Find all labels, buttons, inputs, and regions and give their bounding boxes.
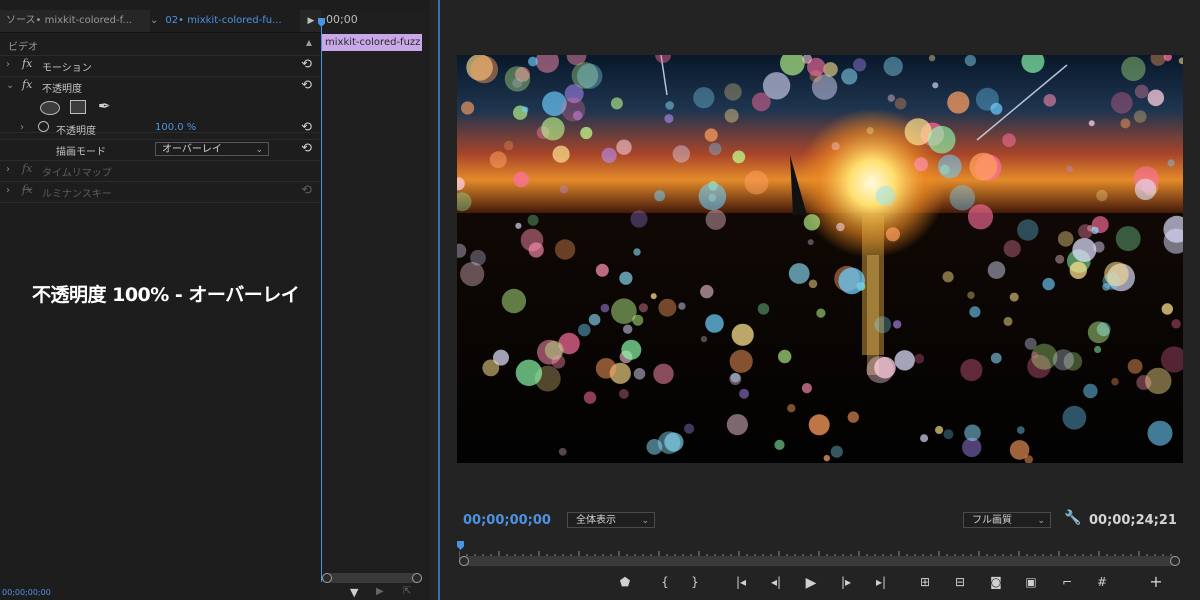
mark-in-icon[interactable]: { bbox=[655, 575, 675, 589]
blend-mode-label: 描画モード bbox=[56, 147, 106, 158]
effect-label-opacity: 不透明度 bbox=[42, 84, 82, 95]
tab-source[interactable]: ソース• mixkit-colored-f... bbox=[6, 10, 146, 32]
fx-icon[interactable]: fx bbox=[22, 57, 32, 70]
go-to-out-icon[interactable]: ▸| bbox=[871, 575, 891, 589]
mask-tools: ✒ bbox=[40, 97, 130, 116]
wrench-icon[interactable]: 🔧 bbox=[1064, 510, 1081, 526]
go-to-in-icon[interactable]: |◂ bbox=[731, 575, 751, 589]
video-section-header: ビデオ ▲ bbox=[0, 34, 320, 56]
collapse-up-icon[interactable]: ▲ bbox=[306, 38, 312, 47]
fx-icon[interactable]: fx bbox=[22, 162, 32, 175]
rectangle-mask-icon[interactable] bbox=[70, 100, 86, 114]
add-button-icon[interactable]: + bbox=[1146, 572, 1166, 591]
program-monitor: 00;00;00;00 全体表示 ⌄ フル画質 ⌄ 🔧 00;00;24;21 ⬟ {… bbox=[441, 0, 1200, 600]
ellipse-mask-icon[interactable] bbox=[40, 101, 60, 115]
playback-quality-select[interactable]: フル画質 ⌄ bbox=[963, 512, 1051, 528]
show-timeline-arrow-icon[interactable]: ▶ bbox=[304, 10, 318, 32]
duration-timecode: 00;00;24;21 bbox=[1089, 513, 1177, 528]
fx-icon[interactable]: fx bbox=[22, 78, 32, 91]
chevron-down-icon: ⌄ bbox=[641, 516, 649, 526]
opacity-param-label: 不透明度 bbox=[56, 126, 96, 137]
effect-label-luminance-key: ルミナンスキー bbox=[42, 189, 112, 200]
opacity-param-row: › 不透明度 100.0 % ⟲ bbox=[0, 118, 320, 140]
reset-icon[interactable]: ⟲ bbox=[301, 141, 312, 156]
safe-margins-icon[interactable]: ⌐ bbox=[1057, 575, 1077, 589]
scroll-handle-left[interactable] bbox=[322, 573, 332, 583]
blend-mode-select[interactable]: オーバーレイ ⌄ bbox=[155, 142, 269, 156]
tab-sequence-label: 02• mixkit-colored-fu... bbox=[165, 15, 282, 26]
transport-controls: ⬟ {} |◂ ◂| ▶ |▸ ▸| ⊞ ⊟ ◙ ▣ ⌐ # + bbox=[441, 572, 1200, 597]
export-icon[interactable]: ⇱ bbox=[403, 586, 411, 597]
mark-out-icon[interactable]: } bbox=[685, 575, 705, 589]
video-section-label: ビデオ bbox=[8, 42, 38, 53]
reset-icon[interactable]: ⟲ bbox=[301, 57, 312, 72]
expand-arrow-icon[interactable]: › bbox=[6, 164, 10, 175]
timeline-clip[interactable]: mixkit-colored-fuzz bbox=[322, 34, 422, 51]
chevron-down-icon[interactable]: ⌄ bbox=[150, 15, 158, 26]
video-preview bbox=[457, 55, 1183, 463]
footer-timecode[interactable]: 00;00;00;00 bbox=[2, 588, 51, 597]
time-ruler[interactable] bbox=[457, 541, 1177, 559]
reset-icon[interactable]: ⟲ bbox=[301, 78, 312, 93]
playback-quality-value: フル画質 bbox=[972, 515, 1012, 526]
expand-arrow-icon[interactable]: › bbox=[6, 59, 10, 70]
fx-disabled-icon[interactable]: fx bbox=[22, 183, 32, 196]
export-frame-icon[interactable]: ◙ bbox=[986, 575, 1006, 589]
grid-icon[interactable]: # bbox=[1092, 575, 1112, 589]
current-timecode[interactable]: 00;00;00;00 bbox=[463, 513, 551, 528]
step-back-icon[interactable]: ◂| bbox=[766, 575, 786, 589]
effect-controls-footer: 00;00;00;00 ▼ ▶ ⇱ bbox=[0, 586, 430, 600]
effect-controls-timeline: 00;00 mixkit-colored-fuzz bbox=[318, 10, 425, 600]
filter-icon[interactable]: ▼ bbox=[350, 586, 358, 599]
blend-mode-row: 描画モード オーバーレイ ⌄ ⟲ bbox=[0, 139, 320, 161]
blend-mode-value: オーバーレイ bbox=[162, 144, 222, 155]
chevron-down-icon: ⌄ bbox=[255, 145, 263, 155]
playhead-line bbox=[321, 27, 322, 582]
timeline-scrollbar[interactable] bbox=[322, 573, 422, 583]
scroll-handle-left[interactable] bbox=[459, 556, 469, 566]
effect-row-time-remap[interactable]: › fx タイムリマップ bbox=[0, 160, 320, 182]
play-icon[interactable]: ▶ bbox=[801, 575, 821, 591]
play-only-clip-audio-icon[interactable]: ▶ bbox=[376, 586, 384, 597]
zoom-level-select[interactable]: 全体表示 ⌄ bbox=[567, 512, 655, 528]
opacity-value[interactable]: 100.0 % bbox=[155, 122, 196, 133]
expand-arrow-icon[interactable]: › bbox=[20, 122, 24, 133]
sunset-bokeh-image bbox=[457, 55, 1183, 463]
lift-icon[interactable]: ⊞ bbox=[915, 575, 935, 589]
effect-row-luminance-key[interactable]: › fx ルミナンスキー ⟲ bbox=[0, 181, 320, 203]
scroll-handle-right[interactable] bbox=[412, 573, 422, 583]
chevron-down-icon: ⌄ bbox=[1037, 516, 1045, 526]
monitor-scrollbar[interactable] bbox=[459, 556, 1180, 566]
zoom-level-value: 全体表示 bbox=[576, 515, 616, 526]
effect-label-motion: モーション bbox=[42, 63, 92, 74]
timeline-time-label: 00;00 bbox=[326, 13, 358, 26]
reset-icon[interactable]: ⟲ bbox=[301, 183, 312, 198]
collapse-arrow-icon[interactable]: ⌄ bbox=[6, 80, 14, 91]
step-forward-icon[interactable]: |▸ bbox=[836, 575, 856, 589]
reset-icon[interactable]: ⟲ bbox=[301, 120, 312, 135]
expand-arrow-icon[interactable]: › bbox=[6, 185, 10, 196]
effect-label-time-remap: タイムリマップ bbox=[42, 168, 112, 179]
effect-controls-panel: ソース• mixkit-colored-f... ⌄ 02• mixkit-col… bbox=[0, 0, 430, 600]
compare-icon[interactable]: ▣ bbox=[1021, 575, 1041, 589]
add-marker-icon[interactable]: ⬟ bbox=[615, 575, 635, 589]
overlay-caption: 不透明度 100% - オーバーレイ bbox=[32, 284, 300, 306]
stopwatch-icon[interactable] bbox=[38, 121, 49, 132]
extract-icon[interactable]: ⊟ bbox=[950, 575, 970, 589]
pen-mask-icon[interactable]: ✒ bbox=[98, 97, 111, 115]
scroll-handle-right[interactable] bbox=[1170, 556, 1180, 566]
panel-divider[interactable] bbox=[438, 0, 440, 600]
panel-tab-bar: ソース• mixkit-colored-f... ⌄ 02• mixkit-col… bbox=[0, 10, 322, 33]
tab-sequence-clip[interactable]: ⌄ 02• mixkit-colored-fu... bbox=[150, 10, 300, 32]
effect-row-motion[interactable]: › fx モーション ⟲ bbox=[0, 55, 320, 77]
